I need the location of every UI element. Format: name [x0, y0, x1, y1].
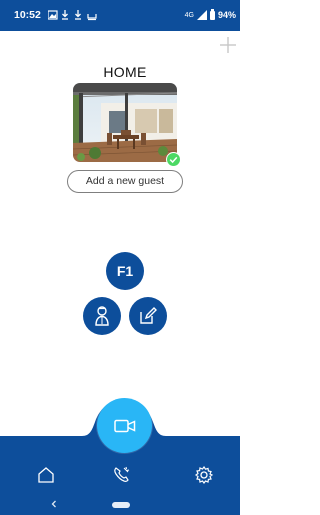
floor-button[interactable]: F1 [106, 252, 144, 290]
page-title: HOME [103, 64, 147, 80]
add-plus-button[interactable] [219, 36, 237, 54]
download-icon [75, 10, 81, 20]
status-bar: 10:52 4G 94% [0, 0, 240, 31]
phone-settings-icon[interactable] [112, 465, 132, 485]
home-icon[interactable] [36, 465, 56, 485]
online-check-icon [166, 152, 181, 167]
add-guest-button[interactable]: Add a new guest [67, 170, 183, 193]
gear-icon[interactable] [194, 465, 214, 485]
edit-icon [140, 307, 157, 324]
status-right: 4G 94% [185, 8, 236, 22]
video-call-button[interactable] [97, 398, 152, 453]
minimize-notification-icon [87, 14, 97, 21]
edit-button[interactable] [129, 297, 167, 335]
notification-icons [48, 10, 97, 21]
network-type: 4G [184, 11, 194, 19]
video-camera-icon [113, 419, 135, 432]
floor-label: F1 [116, 263, 134, 279]
download-icon [62, 10, 68, 20]
user-button[interactable] [83, 297, 121, 335]
battery-percent: 94% [217, 10, 236, 20]
battery-icon [209, 9, 215, 20]
home-photo[interactable] [73, 83, 177, 162]
signal-icon [196, 10, 207, 20]
back-arrow-icon[interactable] [49, 499, 59, 509]
patio-image [73, 83, 177, 162]
status-time: 10:52 [14, 9, 41, 21]
image-notification-icon [48, 10, 58, 20]
home-pill[interactable] [112, 502, 130, 508]
person-icon [95, 306, 109, 326]
